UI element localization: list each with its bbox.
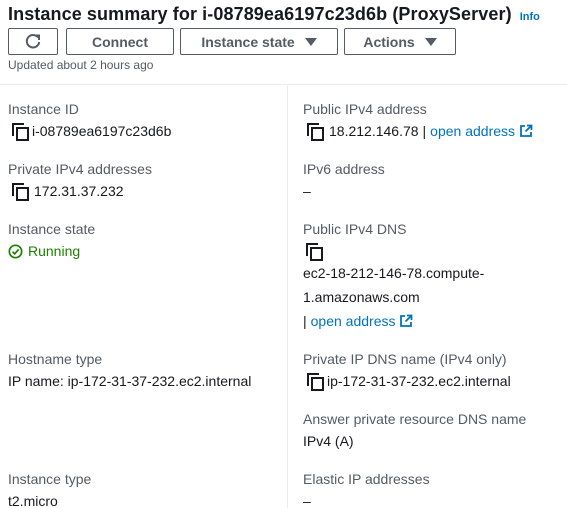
private-ipv4-value: 172.31.37.232 [34, 183, 124, 199]
caret-down-icon [304, 37, 317, 46]
field-label: Hostname type [8, 351, 103, 367]
ipv6-value: – [303, 183, 311, 199]
field-elastic-ip: Elastic IP addresses – [303, 469, 430, 508]
copy-icon[interactable] [307, 123, 324, 141]
field-label: Elastic IP addresses [303, 471, 430, 487]
external-link-icon[interactable] [399, 314, 413, 328]
instance-type-value: t2.micro [8, 493, 58, 508]
field-private-dns: Private IP DNS name (IPv4 only) ip-172-3… [303, 349, 511, 391]
hostname-type-value: IP name: ip-172-31-37-232.ec2.internal [8, 373, 252, 389]
field-instance-state: Instance state Running [8, 219, 95, 261]
instance-state-button[interactable]: Instance state [180, 28, 338, 55]
copy-icon[interactable] [12, 183, 29, 201]
field-label: Public IPv4 DNS [303, 221, 407, 237]
field-private-ipv4: Private IPv4 addresses 172.31.37.232 [8, 159, 152, 201]
info-link[interactable]: Info [520, 11, 540, 23]
answer-dns-value: IPv4 (A) [303, 433, 354, 449]
caret-down-icon [424, 37, 437, 46]
field-public-dns: Public IPv4 DNS ec2-18-212-146-78.comput… [303, 219, 484, 333]
field-label: Instance type [8, 471, 92, 487]
field-instance-id: Instance ID i-08789ea6197c23d6b [8, 99, 171, 141]
actions-button[interactable]: Actions [344, 28, 456, 55]
open-address-link[interactable]: open address [311, 309, 396, 333]
column-divider [287, 85, 288, 508]
field-answer-dns: Answer private resource DNS name IPv4 (A… [303, 409, 526, 451]
toolbar: Connect Instance state Actions [8, 28, 456, 56]
external-link-icon[interactable] [519, 124, 533, 138]
field-label: Answer private resource DNS name [303, 411, 527, 427]
divider [0, 84, 567, 85]
elastic-ip-value: – [303, 493, 311, 508]
separator: | [303, 313, 307, 329]
public-dns-value-line2: 1.amazonaws.com [303, 289, 420, 305]
field-label: Public IPv4 address [303, 101, 427, 117]
copy-icon[interactable] [12, 123, 29, 141]
instance-state-value: Running [28, 243, 81, 259]
field-hostname-type: Hostname type IP name: ip-172-31-37-232.… [8, 349, 251, 391]
page-title: Instance summary for i-08789ea6197c23d6b… [8, 4, 512, 24]
refresh-button[interactable] [8, 28, 58, 55]
field-instance-type: Instance type t2.micro [8, 469, 91, 508]
field-label: IPv6 address [303, 161, 385, 177]
updated-timestamp: Updated about 2 hours ago [8, 58, 154, 72]
copy-icon[interactable] [306, 243, 323, 261]
public-dns-value-line1: ec2-18-212-146-78.compute- [303, 265, 485, 281]
instance-id-value: i-08789ea6197c23d6b [32, 123, 172, 139]
public-ipv4-value: 18.212.146.78 [329, 123, 419, 139]
copy-icon[interactable] [307, 373, 324, 391]
open-address-link[interactable]: open address [430, 121, 515, 141]
field-label: Private IP DNS name (IPv4 only) [303, 351, 507, 367]
page-header: Instance summary for i-08789ea6197c23d6b… [8, 4, 567, 28]
actions-button-label: Actions [363, 33, 415, 50]
connect-button-label: Connect [92, 33, 148, 50]
refresh-icon [25, 33, 41, 48]
private-dns-value: ip-172-31-37-232.ec2.internal [327, 373, 511, 389]
field-label: Instance state [8, 221, 96, 237]
separator: | [422, 123, 427, 139]
field-label: Instance ID [8, 101, 79, 117]
field-label: Private IPv4 addresses [8, 161, 152, 177]
field-ipv6: IPv6 address – [303, 159, 385, 201]
success-check-icon [8, 243, 23, 259]
field-public-ipv4: Public IPv4 address 18.212.146.78 | open… [303, 99, 533, 141]
instance-state-button-label: Instance state [201, 33, 295, 50]
connect-button[interactable]: Connect [66, 28, 174, 55]
